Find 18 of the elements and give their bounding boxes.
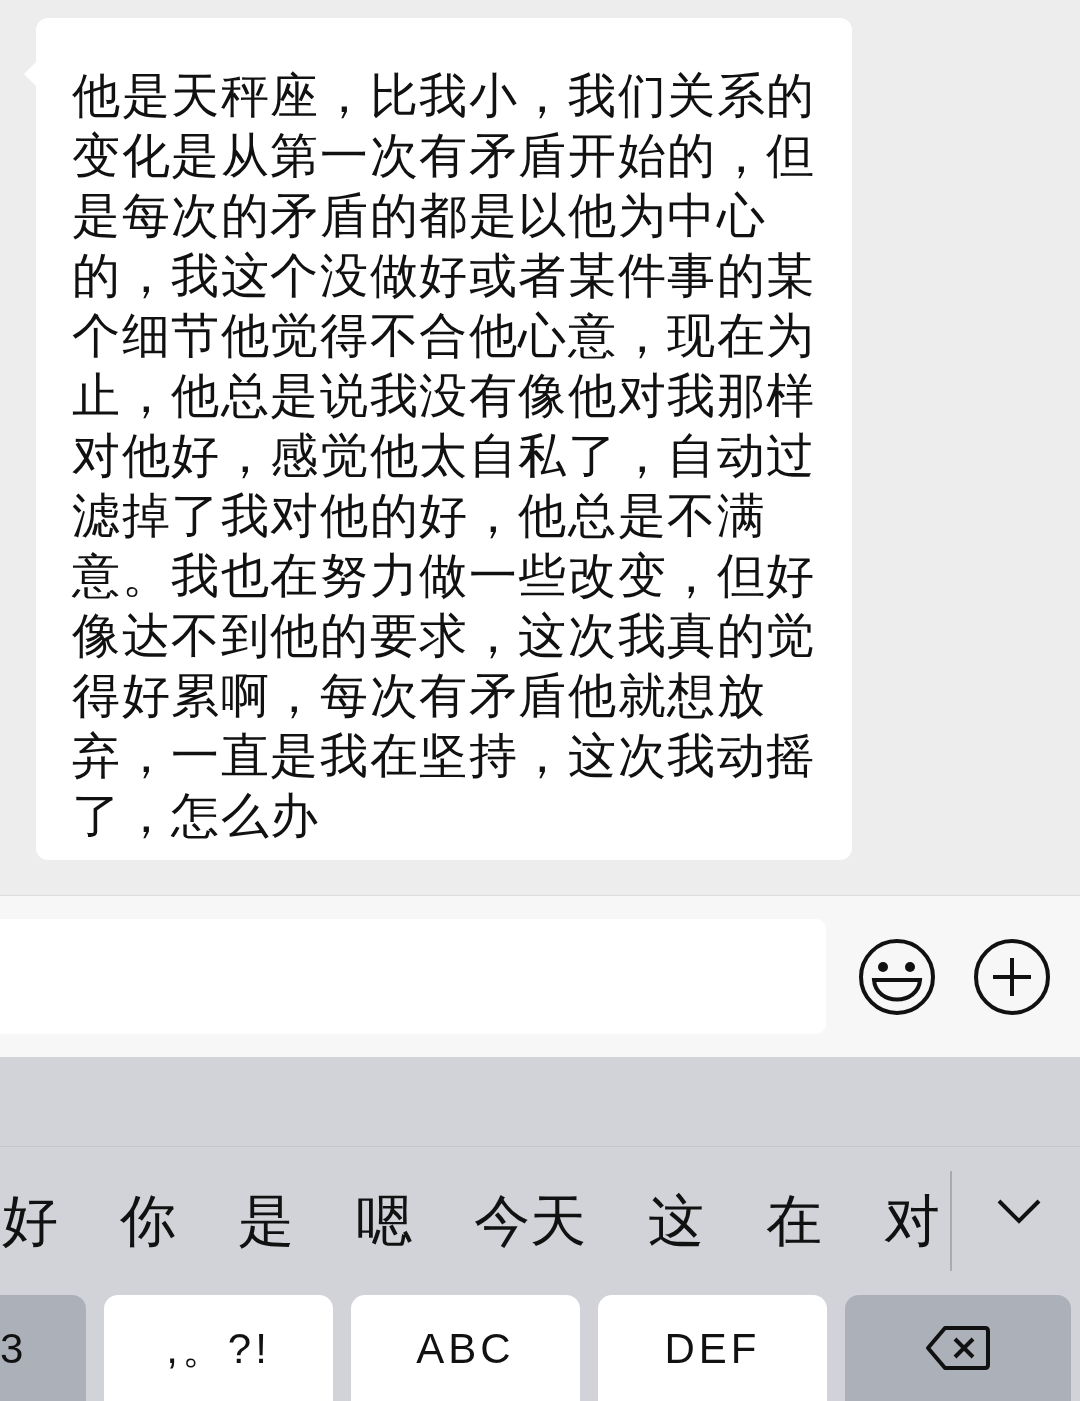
keyboard-key[interactable]: ,。?!: [104, 1295, 333, 1401]
plus-icon[interactable]: [973, 937, 1051, 1016]
emoji-icon[interactable]: [858, 937, 936, 1016]
keyboard-key[interactable]: 3: [0, 1295, 86, 1401]
candidate-word[interactable]: 对: [884, 1189, 940, 1253]
message-text: 他是天秤座，比我小，我们关系的变化是从第一次有矛盾开始的，但是每次的矛盾的都是以他为中心的，我这个没做好或者某件事的某个细节他觉得不合他心意，现在为止，他总是说我没有像他对我那样对他好，感觉他太自私了，自动过滤掉了我对他的好，他总是不满意。我也在努力做一些改变，但好像达不到他的要求，这次我真的觉得好累啊，每次有矛盾他就想放弃，一直是我在坚持，这次我动摇了，怎么办: [72, 68, 817, 844]
candidate-word[interactable]: 好: [2, 1189, 58, 1253]
backspace-key[interactable]: [845, 1295, 1071, 1401]
backspace-icon: [925, 1325, 991, 1371]
candidate-word[interactable]: 这: [648, 1189, 704, 1253]
candidate-word[interactable]: 今天: [474, 1189, 586, 1253]
candidate-word[interactable]: 是: [238, 1189, 294, 1253]
keyboard-key[interactable]: DEF: [598, 1295, 827, 1401]
candidate-word[interactable]: 在: [766, 1189, 822, 1253]
candidate-word[interactable]: 嗯: [356, 1189, 412, 1253]
candidate-word[interactable]: 你: [120, 1189, 176, 1253]
chevron-down-icon[interactable]: [996, 1198, 1042, 1224]
keyboard-key[interactable]: ABC: [351, 1295, 580, 1401]
